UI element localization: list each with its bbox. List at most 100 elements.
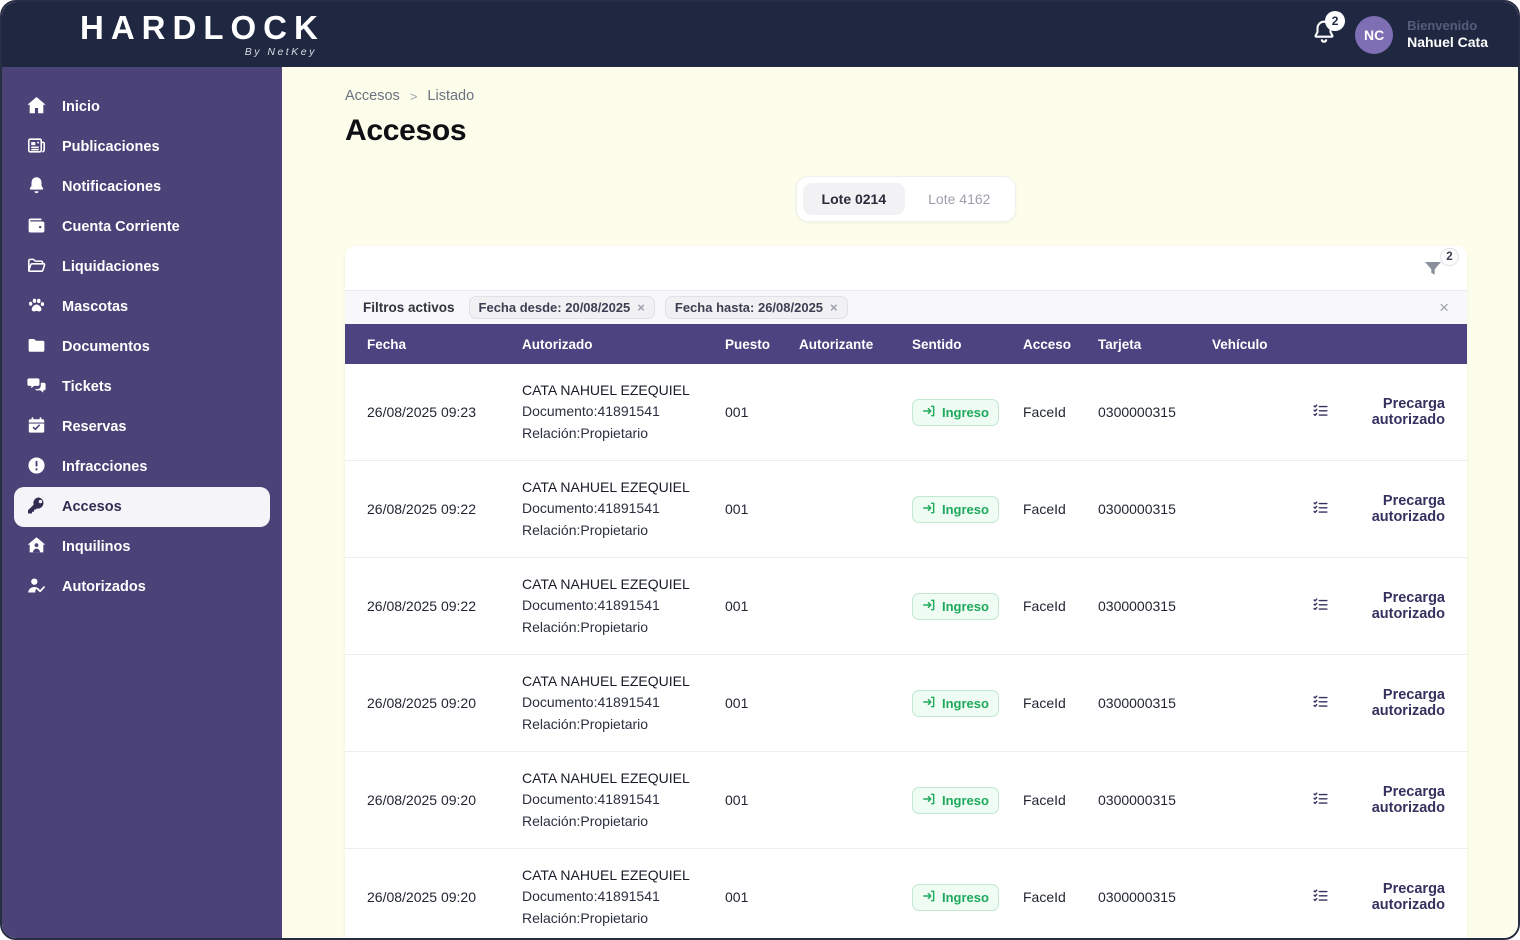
cell-fecha: 26/08/2025 09:23 — [367, 404, 476, 420]
authorized-relation: Relación:Propietario — [522, 812, 649, 829]
chip-close-icon[interactable]: × — [830, 300, 838, 315]
logo-byline: By NetKey — [244, 46, 317, 58]
cell-acceso: FaceId — [1023, 889, 1066, 905]
precarga-autorizado-link[interactable]: Precarga autorizado — [1312, 493, 1445, 525]
precarga-label: Precarga autorizado — [1371, 396, 1445, 428]
authorized-document: Documento:41891541 — [522, 597, 660, 614]
tab-lote-0214[interactable]: Lote 0214 — [802, 183, 906, 215]
col-fecha: Fecha — [367, 336, 407, 352]
cell-fecha: 26/08/2025 09:20 — [367, 889, 476, 905]
cell-puesto: 001 — [725, 404, 749, 420]
app-window: HARDLOCK By NetKey 2 NC Bienvenido Nahue… — [0, 0, 1520, 940]
precarga-autorizado-link[interactable]: Precarga autorizado — [1312, 687, 1445, 719]
notifications-button[interactable]: 2 — [1307, 10, 1346, 52]
ingreso-label: Ingreso — [942, 598, 989, 614]
cell-action: Precarga autorizado — [1312, 687, 1445, 719]
table-row: 26/08/2025 09:22 CATA NAHUEL EZEQUIEL Do… — [345, 558, 1467, 655]
main-content: Accesos > Listado Accesos Lote 0214 Lote… — [282, 67, 1518, 938]
sidebar-item-documentos[interactable]: Documentos — [14, 327, 270, 367]
sidebar-item-label: Infracciones — [62, 459, 148, 475]
cell-puesto: 001 — [725, 792, 749, 808]
cell-puesto: 001 — [725, 598, 749, 614]
filter-chip-fecha-desde: Fecha desde: 20/08/2025 × — [468, 296, 655, 319]
sidebar-item-cuenta-corriente[interactable]: Cuenta Corriente — [14, 207, 270, 247]
page-title: Accesos — [345, 114, 467, 147]
authorized-relation: Relación:Propietario — [522, 424, 649, 441]
col-acceso: Acceso — [1023, 336, 1072, 352]
welcome-label: Bienvenido — [1407, 17, 1478, 33]
cell-action: Precarga autorizado — [1312, 396, 1445, 428]
precarga-autorizado-link[interactable]: Precarga autorizado — [1312, 590, 1445, 622]
cell-fecha: 26/08/2025 09:20 — [367, 695, 476, 711]
folder-icon — [26, 335, 47, 360]
sidebar-item-autorizados[interactable]: Autorizados — [14, 567, 270, 607]
sidebar-item-notificaciones[interactable]: Notificaciones — [14, 167, 270, 207]
sidebar-item-publicaciones[interactable]: Publicaciones — [14, 127, 270, 167]
checklist-icon — [1312, 499, 1329, 520]
col-sentido: Sentido — [912, 336, 962, 352]
sidebar-item-label: Notificaciones — [62, 179, 162, 195]
cell-sentido: Ingreso — [912, 495, 1023, 523]
cell-sentido: Ingreso — [912, 398, 1023, 426]
login-arrow-icon — [922, 501, 936, 518]
table-row: 26/08/2025 09:20 CATA NAHUEL EZEQUIEL Do… — [345, 849, 1467, 938]
sidebar-item-accesos[interactable]: Accesos — [14, 487, 270, 527]
login-arrow-icon — [922, 889, 936, 906]
sidebar-item-infracciones[interactable]: Infracciones — [14, 447, 270, 487]
active-filters-bar: Filtros activos Fecha desde: 20/08/2025 … — [345, 290, 1467, 324]
cell-action: Precarga autorizado — [1312, 881, 1445, 913]
sidebar-item-label: Liquidaciones — [62, 259, 160, 275]
cell-sentido: Ingreso — [912, 689, 1023, 717]
cell-autorizado: CATA NAHUEL EZEQUIEL Documento:41891541 … — [522, 865, 725, 930]
bell-icon — [26, 175, 47, 200]
clear-filters-icon[interactable]: × — [1439, 298, 1449, 318]
breadcrumb-root[interactable]: Accesos — [345, 88, 400, 104]
precarga-autorizado-link[interactable]: Precarga autorizado — [1312, 396, 1445, 428]
authorized-relation: Relación:Propietario — [522, 618, 649, 635]
checklist-icon — [1312, 887, 1329, 908]
authorized-name: CATA NAHUEL EZEQUIEL — [522, 381, 690, 398]
authorized-name: CATA NAHUEL EZEQUIEL — [522, 478, 690, 495]
checklist-icon — [1312, 790, 1329, 811]
newspaper-icon — [26, 135, 47, 160]
tab-lote-4162[interactable]: Lote 4162 — [909, 183, 1009, 215]
funnel-icon — [1421, 262, 1445, 285]
cell-tarjeta: 0300000315 — [1098, 792, 1176, 808]
cell-fecha: 26/08/2025 09:20 — [367, 792, 476, 808]
home-icon — [26, 95, 47, 120]
sidebar-item-mascotas[interactable]: Mascotas — [14, 287, 270, 327]
chip-close-icon[interactable]: × — [637, 300, 645, 315]
sidebar-item-inicio[interactable]: Inicio — [14, 87, 270, 127]
cell-sentido: Ingreso — [912, 883, 1023, 911]
cell-tarjeta: 0300000315 — [1098, 598, 1176, 614]
paw-icon — [26, 295, 47, 320]
precarga-autorizado-link[interactable]: Precarga autorizado — [1312, 881, 1445, 913]
avatar[interactable]: NC — [1355, 15, 1394, 54]
col-autorizante: Autorizante — [799, 336, 874, 352]
folder-open-icon — [26, 255, 47, 280]
cell-tarjeta: 0300000315 — [1098, 404, 1176, 420]
sidebar-item-label: Accesos — [62, 499, 122, 515]
chat-icon — [26, 375, 47, 400]
cell-action: Precarga autorizado — [1312, 784, 1445, 816]
authorized-name: CATA NAHUEL EZEQUIEL — [522, 575, 690, 592]
filter-chip-fecha-hasta: Fecha hasta: 26/08/2025 × — [664, 296, 848, 319]
sidebar-item-inquilinos[interactable]: Inquilinos — [14, 527, 270, 567]
cell-puesto: 001 — [725, 501, 749, 517]
cell-acceso: FaceId — [1023, 501, 1066, 517]
house-user-icon — [26, 535, 47, 560]
precarga-label: Precarga autorizado — [1371, 493, 1445, 525]
top-header: HARDLOCK By NetKey 2 NC Bienvenido Nahue… — [2, 2, 1518, 67]
sidebar-item-label: Reservas — [62, 419, 127, 435]
cell-tarjeta: 0300000315 — [1098, 501, 1176, 517]
ingreso-badge: Ingreso — [912, 786, 999, 814]
sidebar-item-liquidaciones[interactable]: Liquidaciones — [14, 247, 270, 287]
precarga-label: Precarga autorizado — [1371, 590, 1445, 622]
cell-acceso: FaceId — [1023, 598, 1066, 614]
col-vehiculo: Vehículo — [1212, 336, 1268, 352]
ingreso-label: Ingreso — [942, 695, 989, 711]
sidebar-item-tickets[interactable]: Tickets — [14, 367, 270, 407]
ingreso-badge: Ingreso — [912, 689, 999, 717]
sidebar-item-reservas[interactable]: Reservas — [14, 407, 270, 447]
precarga-autorizado-link[interactable]: Precarga autorizado — [1312, 784, 1445, 816]
